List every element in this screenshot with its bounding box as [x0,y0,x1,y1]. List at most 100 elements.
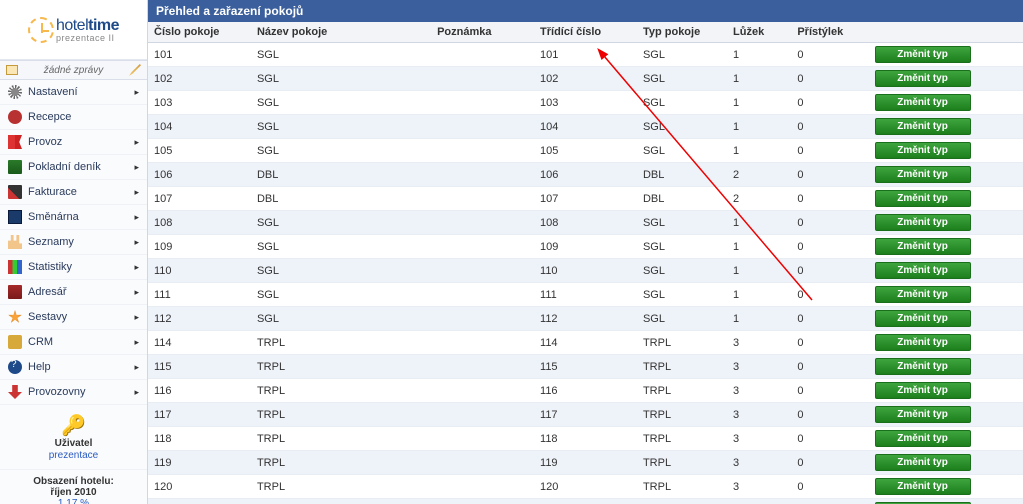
cell-poznamka [431,355,534,379]
chevron-right-icon: ▸ [134,262,139,273]
cell-luzek: 1 [727,115,791,139]
chevron-right-icon: ▸ [134,287,139,298]
cell-typ: TRPL [637,355,727,379]
sidebar-item-exchange[interactable]: Směnárna▸ [0,205,147,230]
sidebar-item-settings[interactable]: Nastavení▸ [0,80,147,105]
cell-cislo: 120 [148,475,251,499]
cell-cislo: 108 [148,211,251,235]
cell-typ: SGL [637,91,727,115]
sidebar-item-reception[interactable]: Recepce [0,105,147,130]
change-type-button[interactable]: Změnit typ [875,334,971,351]
cell-poznamka [431,211,534,235]
cell-pristylek: 0 [791,91,868,115]
col-pristylek[interactable]: Přístýlek [791,22,868,43]
cell-tridici: 110 [534,259,637,283]
change-type-button[interactable]: Změnit typ [875,70,971,87]
col-typ[interactable]: Typ pokoje [637,22,727,43]
messages-bar[interactable]: žádné zprávy [0,60,147,80]
occupancy-block: Obsazení hotelu:říjen 20101,17 % [0,470,147,504]
cell-luzek: 2 [727,499,791,504]
chevron-right-icon: ▸ [134,362,139,373]
cell-cislo: 114 [148,331,251,355]
edit-icon[interactable] [129,64,141,76]
change-type-button[interactable]: Změnit typ [875,478,971,495]
sidebar-item-premises[interactable]: Provozovny▸ [0,380,147,405]
col-nazev[interactable]: Název pokoje [251,22,431,43]
change-type-button[interactable]: Změnit typ [875,46,971,63]
cell-nazev: TRPL [251,403,431,427]
change-type-button[interactable]: Změnit typ [875,190,971,207]
change-type-button[interactable]: Změnit typ [875,310,971,327]
change-type-button[interactable]: Změnit typ [875,262,971,279]
cell-luzek: 3 [727,403,791,427]
sidebar-item-label: Směnárna [28,211,134,223]
cell-luzek: 1 [727,139,791,163]
cell-nazev: SGL [251,67,431,91]
cell-poznamka [431,403,534,427]
change-type-button[interactable]: Změnit typ [875,94,971,111]
cell-cislo: 109 [148,235,251,259]
cell-pristylek: 0 [791,163,868,187]
change-type-button[interactable]: Změnit typ [875,166,971,183]
sidebar-item-label: Sestavy [28,311,134,323]
sidebar-item-reports[interactable]: Sestavy▸ [0,305,147,330]
user-link[interactable]: prezentace [49,450,98,461]
cell-tridici: 107 [534,187,637,211]
cell-cislo: 116 [148,379,251,403]
cell-pristylek: 0 [791,235,868,259]
cell-typ: SGL [637,67,727,91]
change-type-button[interactable]: Změnit typ [875,430,971,447]
change-type-button[interactable]: Změnit typ [875,286,971,303]
sidebar-item-crm[interactable]: CRM▸ [0,330,147,355]
cell-luzek: 3 [727,427,791,451]
occupancy-percent[interactable]: 1,17 % [4,498,143,504]
sidebar-item-operation[interactable]: Provoz▸ [0,130,147,155]
cell-tridici: 117 [534,403,637,427]
cashbook-icon [8,160,22,174]
cell-nazev: TRPL [251,475,431,499]
cell-cislo: 102 [148,67,251,91]
envelope-icon [6,65,18,75]
cell-poznamka [431,379,534,403]
cell-pristylek: 0 [791,427,868,451]
cell-tridici: 201 [534,499,637,504]
sidebar-item-cashbook[interactable]: Pokladní deník▸ [0,155,147,180]
cell-typ: TRPL [637,403,727,427]
cell-luzek: 3 [727,475,791,499]
cell-cislo: 110 [148,259,251,283]
user-block: 🔑Uživatelprezentace [0,405,147,470]
change-type-button[interactable]: Změnit typ [875,214,971,231]
sidebar-item-help[interactable]: Help▸ [0,355,147,380]
table-row: 115TRPL115TRPL30Změnit typ [148,355,1023,379]
sidebar-item-lists[interactable]: Seznamy▸ [0,230,147,255]
cell-luzek: 1 [727,283,791,307]
cell-luzek: 1 [727,91,791,115]
cell-poznamka [431,451,534,475]
cell-nazev: TRPL [251,427,431,451]
cell-tridici: 120 [534,475,637,499]
change-type-button[interactable]: Změnit typ [875,358,971,375]
change-type-button[interactable]: Změnit typ [875,118,971,135]
cell-typ: SGL [637,139,727,163]
change-type-button[interactable]: Změnit typ [875,238,971,255]
cell-cislo: 107 [148,187,251,211]
cell-pristylek: 0 [791,355,868,379]
cell-poznamka [431,91,534,115]
change-type-button[interactable]: Změnit typ [875,382,971,399]
change-type-button[interactable]: Změnit typ [875,406,971,423]
cell-typ: SGL [637,211,727,235]
cell-pristylek: 0 [791,43,868,67]
sidebar-item-stats[interactable]: Statistiky▸ [0,255,147,280]
sidebar-item-label: Seznamy [28,236,134,248]
col-tridici[interactable]: Třídící číslo [534,22,637,43]
change-type-button[interactable]: Změnit typ [875,142,971,159]
change-type-button[interactable]: Změnit typ [875,454,971,471]
sidebar-item-address[interactable]: Adresář▸ [0,280,147,305]
cell-nazev: SGL [251,235,431,259]
cell-poznamka [431,331,534,355]
col-luzek[interactable]: Lůžek [727,22,791,43]
col-cislo[interactable]: Číslo pokoje [148,22,251,43]
sidebar-item-invoice[interactable]: Fakturace▸ [0,180,147,205]
col-poznamka[interactable]: Poznámka [431,22,534,43]
table-row: 112SGL112SGL10Změnit typ [148,307,1023,331]
